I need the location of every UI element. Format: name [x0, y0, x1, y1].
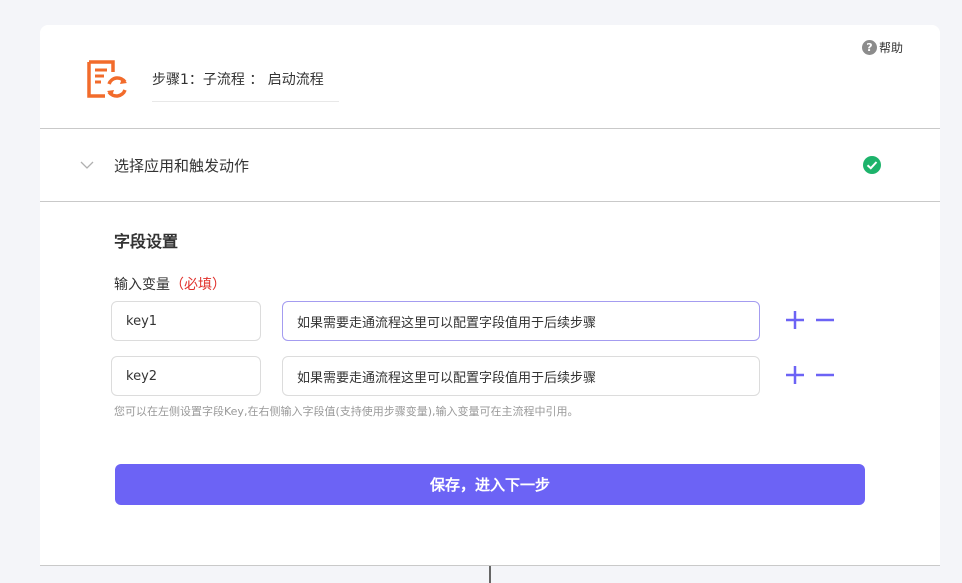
field-settings-title: 字段设置	[114, 232, 179, 251]
value-input-2[interactable]: 如果需要走通流程这里可以配置字段值用于后续步骤	[282, 356, 760, 396]
remove-row-icon[interactable]	[815, 310, 835, 330]
save-next-button[interactable]: 保存，进入下一步	[115, 464, 865, 505]
chevron-down-icon[interactable]	[80, 161, 94, 169]
help-link[interactable]: ? 帮助	[861, 39, 903, 56]
app-trigger-section[interactable]: 选择应用和触发动作	[40, 129, 940, 201]
step-title: 步骤1：子流程 ： 启动流程	[152, 69, 339, 102]
section-label: 选择应用和触发动作	[114, 157, 250, 175]
check-circle-icon	[863, 156, 881, 174]
step-card: ? 帮助 步骤1：子流程 ： 启动流程 选择应用和触发动作 字段设置 输入变量（…	[40, 25, 940, 565]
flow-connector	[489, 566, 491, 583]
subflow-logo-icon	[87, 60, 127, 98]
question-icon: ?	[861, 40, 877, 55]
required-marker: （必填）	[170, 277, 226, 293]
help-label: 帮助	[878, 41, 903, 55]
value-input-1[interactable]: 如果需要走通流程这里可以配置字段值用于后续步骤	[282, 301, 760, 341]
key-input-1[interactable]: key1	[111, 301, 261, 341]
input-label-text: 输入变量	[114, 277, 170, 293]
key-input-2[interactable]: key2	[111, 356, 261, 396]
field-hint: 您可以在左侧设置字段Key,在右侧输入字段值(支持使用步骤变量),输入变量可在主…	[114, 405, 579, 418]
add-row-icon[interactable]	[785, 365, 805, 385]
remove-row-icon[interactable]	[815, 365, 835, 385]
input-variables-label: 输入变量（必填）	[114, 274, 226, 294]
add-row-icon[interactable]	[785, 310, 805, 330]
section-divider	[40, 201, 940, 202]
